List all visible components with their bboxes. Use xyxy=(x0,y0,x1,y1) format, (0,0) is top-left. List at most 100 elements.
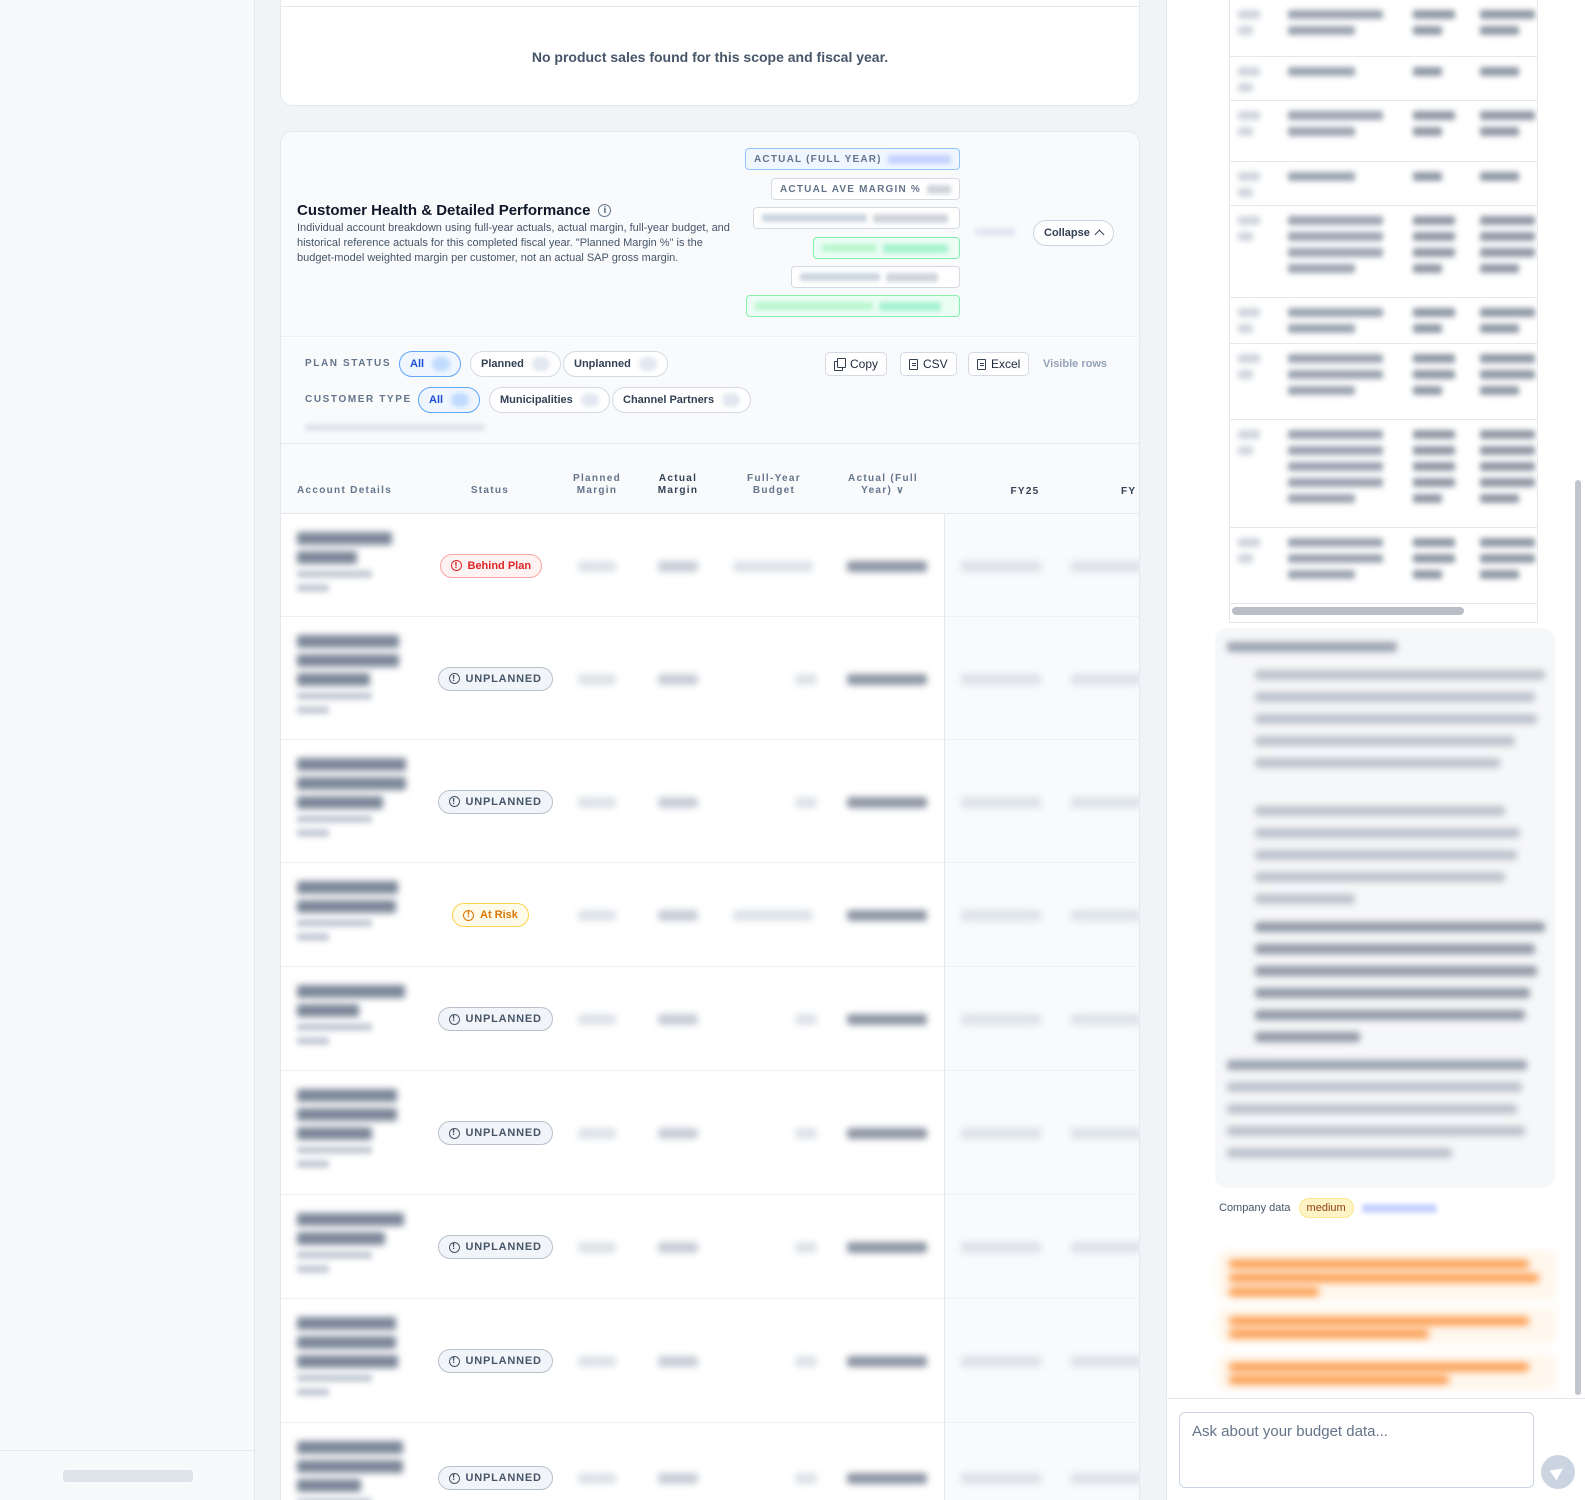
excel-button[interactable]: Excel xyxy=(968,352,1030,376)
chat-cell-eta xyxy=(1480,554,1535,563)
csv-button[interactable]: CSV xyxy=(900,352,957,376)
account-details-blurred[interactable] xyxy=(297,1089,412,1174)
chat-cell-status xyxy=(1413,264,1443,273)
account-details-blurred[interactable] xyxy=(297,985,412,1051)
suggestion-chip-2[interactable] xyxy=(1217,1308,1557,1344)
table-row[interactable]: ! UNPLANNED xyxy=(281,1299,1139,1423)
table-row[interactable]: ! At Risk xyxy=(281,863,1139,967)
th-fy25[interactable]: FY25 xyxy=(995,486,1055,498)
account-details-blurred[interactable] xyxy=(297,1441,412,1500)
answer-text-line xyxy=(1255,758,1500,768)
account-name-line xyxy=(297,654,399,667)
chat-table-row xyxy=(1230,206,1537,298)
main-scrollbar[interactable] xyxy=(1150,0,1166,1500)
chat-cell-name xyxy=(1288,430,1383,439)
chat-cell-name xyxy=(1288,111,1383,120)
sidebar-footer[interactable] xyxy=(0,1450,255,1500)
table-row[interactable]: ! UNPLANNED xyxy=(281,1195,1139,1299)
kpi-label-blurred xyxy=(762,214,867,222)
source-label: Company data xyxy=(1219,1202,1291,1214)
planned-margin-blurred xyxy=(578,910,616,921)
chat-cell-status xyxy=(1413,127,1443,136)
answer-text-line xyxy=(1255,872,1505,882)
account-name-line xyxy=(297,985,405,998)
account-details-blurred[interactable] xyxy=(297,1317,412,1402)
kpi-value-blurred xyxy=(883,243,948,253)
chat-cell-icon xyxy=(1238,216,1260,225)
info-icon[interactable]: i xyxy=(598,204,612,217)
status-text: UNPLANNED xyxy=(465,1355,542,1367)
th-status[interactable]: Status xyxy=(458,485,522,497)
table-row[interactable]: ! Behind Plan xyxy=(281,514,1139,617)
chat-cell-name xyxy=(1288,172,1355,181)
fy25-blurred xyxy=(961,1014,1041,1025)
account-name-line xyxy=(297,551,357,564)
chevron-up-icon xyxy=(1094,229,1105,240)
planned-margin-blurred xyxy=(578,1473,616,1484)
table-row[interactable]: ! UNPLANNED xyxy=(281,617,1139,740)
budget-blurred xyxy=(795,1473,817,1484)
account-name-line xyxy=(297,796,383,809)
chat-cell-name xyxy=(1288,10,1383,19)
showing-count-blurred xyxy=(305,424,485,431)
collapse-button[interactable]: Collapse xyxy=(1033,220,1114,246)
table-row[interactable]: ! UNPLANNED xyxy=(281,1071,1139,1195)
th-fy-next[interactable]: FY xyxy=(1121,486,1139,498)
chat-cell-status xyxy=(1413,354,1455,363)
suggestion-chip-3[interactable] xyxy=(1217,1354,1557,1390)
meta-link-blurred[interactable] xyxy=(1361,1203,1437,1213)
suggestion-chip-1[interactable] xyxy=(1217,1250,1557,1300)
th-account-details[interactable]: Account Details xyxy=(297,485,392,497)
status-badge: ! Behind Plan xyxy=(439,553,543,578)
fy-next-blurred xyxy=(1071,560,1139,572)
account-details-blurred[interactable] xyxy=(297,758,412,843)
table-row[interactable]: ! UNPLANNED xyxy=(281,967,1139,1071)
actual-full-year-blurred xyxy=(847,1014,927,1025)
send-button[interactable] xyxy=(1541,1455,1575,1489)
copy-button[interactable]: Copy xyxy=(825,352,888,376)
account-details-blurred[interactable] xyxy=(297,532,412,598)
customer-type-channel-partners-chip[interactable]: Channel Partners xyxy=(612,387,752,413)
status-badge: ! At Risk xyxy=(452,903,529,927)
header-ghost-text xyxy=(975,228,1015,236)
chat-cell-name xyxy=(1288,67,1355,76)
chat-cell-status xyxy=(1413,172,1443,181)
chip-label: All xyxy=(429,394,444,406)
chat-table-row xyxy=(1230,344,1537,420)
fy-next-blurred xyxy=(1071,796,1139,808)
table-row[interactable]: ! UNPLANNED xyxy=(281,1423,1139,1500)
chat-cell-icon xyxy=(1238,554,1254,563)
kpi-actual-full-year: ACTUAL (FULL YEAR) xyxy=(745,148,960,170)
th-full-year-budget[interactable]: Full-Year Budget xyxy=(735,473,813,497)
budget-blurred xyxy=(795,1242,817,1253)
account-name-line xyxy=(297,758,406,771)
fy-next-blurred xyxy=(1071,673,1139,685)
table-row[interactable]: ! UNPLANNED xyxy=(281,740,1139,863)
kpi-label-blurred xyxy=(800,273,880,281)
chip-count-blurred xyxy=(451,393,470,407)
account-details-blurred[interactable] xyxy=(297,881,412,947)
chat-cell-eta xyxy=(1480,386,1519,395)
chat-cell-status xyxy=(1413,370,1455,379)
chat-cell-name xyxy=(1288,494,1355,503)
plan-status-unplanned-chip[interactable]: Unplanned xyxy=(563,351,668,377)
account-details-blurred[interactable] xyxy=(297,635,412,720)
actual-full-year-blurred xyxy=(847,560,927,572)
chat-cell-icon xyxy=(1238,308,1260,317)
suggestion-line xyxy=(1229,1317,1529,1325)
plan-status-all-chip[interactable]: All xyxy=(399,351,462,377)
customer-type-all-chip[interactable]: All xyxy=(418,387,481,413)
th-actual-margin[interactable]: Actual Margin xyxy=(647,473,709,497)
answer-text-line xyxy=(1255,828,1520,838)
th-planned-margin[interactable]: Planned Margin xyxy=(564,473,630,497)
chat-input[interactable] xyxy=(1179,1412,1534,1488)
chat-cell-status xyxy=(1413,494,1443,503)
plan-status-planned-chip[interactable]: Planned xyxy=(470,351,561,377)
customer-type-municipalities-chip[interactable]: Municipalities xyxy=(489,387,610,413)
account-details-blurred[interactable] xyxy=(297,1213,412,1279)
th-actual-full-year[interactable]: Actual (Full Year) ∨ xyxy=(841,473,925,497)
table-horizontal-scrollbar[interactable] xyxy=(1232,607,1464,615)
chat-scrollbar[interactable] xyxy=(1575,480,1581,1395)
card-title-text: Customer Health & Detailed Performance xyxy=(297,202,591,219)
actual-full-year-blurred xyxy=(847,796,927,808)
